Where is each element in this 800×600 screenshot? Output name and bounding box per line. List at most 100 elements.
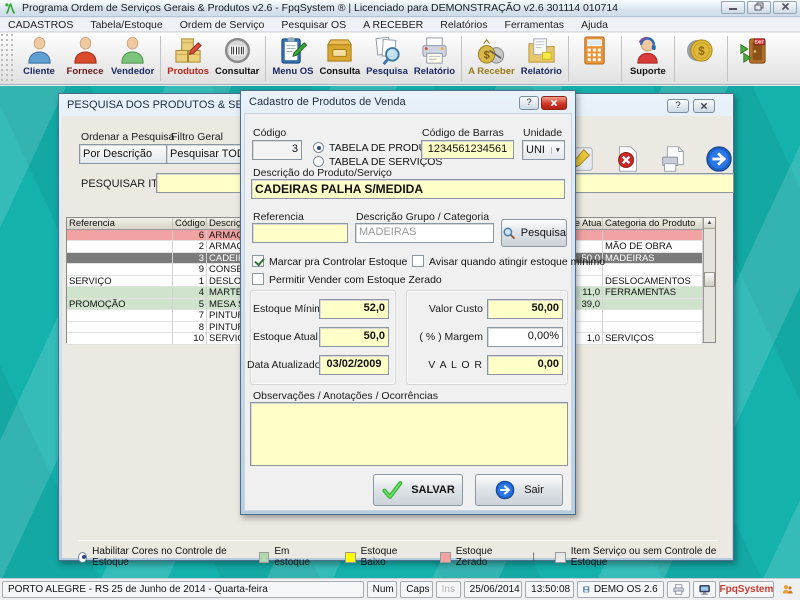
print-report-icon [658,144,688,174]
vender-zerado-checkbox[interactable] [252,273,264,285]
scrollbar-thumb[interactable] [704,272,715,287]
restore-button[interactable] [747,1,771,14]
toolbar-consulta-label: Consulta [320,66,361,77]
controlar-estoque-checkbox[interactable] [252,255,264,267]
status-num: Num [367,581,398,598]
margem-label: ( % ) Margem [413,331,483,343]
observacoes-textarea[interactable] [250,402,568,466]
toolbar-separator [160,36,161,81]
avisar-estoque-checkbox[interactable] [412,255,424,267]
toolbar-pesquisa-button[interactable]: Pesquisa [363,33,411,84]
status-monitor-button[interactable] [693,581,716,598]
salvar-label: SALVAR [411,484,455,496]
menu-tabela-estoque[interactable]: Tabela/Estoque [90,19,162,31]
menu-cadastros[interactable]: CADASTROS [8,19,73,31]
toolbar-exit-button[interactable]: EXIT [731,33,777,84]
valor-label: V A L O R [413,359,483,371]
seller-person-icon [117,35,148,66]
toolbar-consulta-button[interactable]: Consulta [317,33,364,84]
monitor-icon [699,583,710,596]
status-date: 25/06/2014 [464,581,522,598]
tabela-produtos-radio[interactable] [313,142,324,153]
toolbar-fornece-button[interactable]: Fornece [62,33,108,84]
blue-arrow-icon [704,144,734,174]
menu-ordem-de-servico[interactable]: Ordem de Serviço [180,19,265,31]
data-atualizado-field[interactable]: 03/02/2009 [319,355,389,375]
valor-custo-label: Valor Custo [413,303,483,315]
salvar-button[interactable]: SALVAR [373,474,463,506]
toolbar-calculadora-button[interactable] [572,33,618,84]
grupo-categoria-field[interactable]: MADEIRAS [355,223,494,243]
estoque-minimo-field[interactable]: 52,0 [319,299,389,319]
codigo-barras-field[interactable]: 1234561234561 [421,140,514,159]
filtro-geral-label: Filtro Geral [171,131,223,143]
pesquisa-grupo-button[interactable]: Pesquisa [501,219,567,247]
toolbar-cliente-button[interactable]: Cliente [16,33,62,84]
toolbar-fornece-label: Fornece [67,66,104,77]
search-pages-icon [372,35,403,66]
window-title: Programa Ordem de Serviços Gerais & Prod… [22,2,618,14]
col-referencia[interactable]: Referencia [67,218,173,229]
legend-yellow-swatch [345,552,356,563]
descricao-produto-label: Descrição do Produto/Serviço [253,167,392,179]
dialog-help-button[interactable]: ? [519,96,539,110]
valor-custo-field[interactable]: 50,00 [487,299,563,319]
controlar-estoque-label: Marcar pra Controlar Estoque [269,256,407,268]
toolbar-separator [674,36,675,81]
green-check-icon [381,479,403,501]
col-categoria[interactable]: Categoria do Produto [603,218,703,229]
toolbar-grip [0,33,16,84]
toolbar-relatorio2-button[interactable]: Relatório [518,33,565,84]
menu-pesquisar-os[interactable]: Pesquisar OS [281,19,346,31]
menu-a-receber[interactable]: A RECEBER [363,19,423,31]
ordenar-pesquisa-label: Ordenar a Pesquisa [81,131,174,143]
table-scrollbar[interactable]: ▲ [703,218,715,342]
exit-door-icon: EXIT [738,35,769,66]
toolbar-menu-os-label: Menu OS [272,66,313,77]
unidade-select[interactable]: UNI▼ [522,140,565,160]
toolbar-menu-os-button[interactable]: Menu OS [269,33,316,84]
toolbar-consultar-button[interactable]: Consultar [212,33,262,84]
dialog-sair-button[interactable]: Sair [475,474,563,506]
codigo-field[interactable]: 3 [252,140,302,160]
minimize-button[interactable] [721,1,745,14]
status-printer-button[interactable] [667,581,690,598]
menu-ferramentas[interactable]: Ferramentas [505,19,565,31]
main-toolbar: Cliente Fornece Vendedor Produtos Consul… [0,33,800,85]
estoque-atual-field[interactable]: 50,0 [319,327,389,347]
svg-text:$: $ [699,45,706,58]
col-codigo[interactable]: Código [173,218,207,229]
descricao-produto-field[interactable]: CADEIRAS PALHA S/MEDIDA [251,179,565,199]
toolbar-relatorio-button[interactable]: Relatório [411,33,458,84]
valor-field[interactable]: 0,00 [487,355,563,375]
desktop-area: PESQUISA DOS PRODUTOS & SERVIÇOS ? Orden… [0,86,800,578]
toolbar-vendedor-button[interactable]: Vendedor [108,33,157,84]
legend-separator: | [532,552,535,563]
close-button[interactable] [773,1,797,14]
data-atualizado-label: Data Atualizado [247,359,315,371]
coin-icon: $ [685,35,716,66]
status-location: PORTO ALEGRE - RS 25 de Junho de 2014 - … [2,581,364,598]
menu-ajuda[interactable]: Ajuda [581,19,608,31]
toolbar-a-receber-button[interactable]: $ A Receber [465,33,518,84]
habilitar-cores-radio[interactable] [78,552,87,563]
status-users-button[interactable] [777,581,798,598]
legend-estoque-baixo-label: Estoque Baixo [361,546,412,568]
cadastro-dialog-body: Código 3 TABELA DE PRODUTOS TABELA DE SE… [244,113,572,511]
toolbar-moeda-button[interactable]: $ [678,33,724,84]
referencia-field[interactable] [252,223,348,243]
barcode-icon [222,35,253,66]
menu-relatorios[interactable]: Relatórios [440,19,487,31]
tabela-servicos-radio[interactable] [313,156,324,167]
application-window: Programa Ordem de Serviços Gerais & Prod… [0,0,800,600]
toolbar-suporte-button[interactable]: Suporte [625,33,671,84]
dialog-sair-label: Sair [524,484,544,496]
money-bags-icon: $ [476,35,507,66]
margem-field[interactable]: 0,00% [487,327,563,347]
toolbar-produtos-button[interactable]: Produtos [164,33,212,84]
dialog-close-button[interactable] [541,96,567,110]
pesquisa-help-button[interactable]: ? [667,99,689,113]
scroll-up-arrow[interactable]: ▲ [704,218,715,229]
pesquisa-close-button[interactable] [693,99,715,113]
legend-servico-label: Item Serviço ou sem Controle de Estoque [571,546,718,568]
